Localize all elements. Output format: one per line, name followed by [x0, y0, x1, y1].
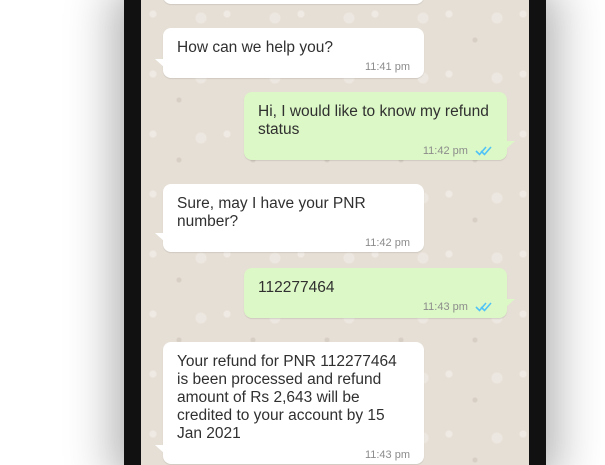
timestamp-text: 11:42 pm [364, 237, 410, 249]
outgoing-message-bubble[interactable]: Hi, I would like to know my refund statu… [244, 92, 515, 160]
double-check-icon [475, 301, 493, 316]
outgoing-message-bubble[interactable]: 112277464 11:43 pm [244, 268, 515, 318]
message-text: Your refund for PNR 112277464 is been pr… [177, 353, 397, 442]
screenshot-stage: How can we help you? 11:41 pm Hi, I woul… [0, 0, 605, 465]
incoming-message-bubble[interactable]: How can we help you? 11:41 pm [155, 28, 424, 78]
message-text: 112277464 [258, 279, 335, 296]
message-text: Sure, may I have your PNR number? [177, 195, 366, 230]
message-timestamp: 11:42 pm [258, 145, 493, 160]
incoming-message-bubble[interactable]: Your refund for PNR 112277464 is been pr… [155, 342, 424, 464]
timestamp-text: 11:43 pm [364, 449, 410, 461]
message-timestamp: 11:43 pm [258, 301, 493, 316]
incoming-message-bubble[interactable]: Sure, may I have your PNR number? 11:42 … [155, 184, 424, 252]
timestamp-text: 11:41 pm [364, 61, 410, 73]
message-timestamp: 11:41 pm [177, 61, 410, 74]
message-timestamp: 11:42 pm [177, 237, 410, 250]
message-timestamp: 11:43 pm [177, 449, 410, 462]
timestamp-text: 11:43 pm [422, 301, 468, 313]
message-text: How can we help you? [177, 39, 333, 56]
double-check-icon [475, 145, 493, 160]
timestamp-text: 11:42 pm [422, 145, 468, 157]
previous-message-bubble [163, 0, 424, 4]
message-text: Hi, I would like to know my refund statu… [258, 103, 489, 138]
